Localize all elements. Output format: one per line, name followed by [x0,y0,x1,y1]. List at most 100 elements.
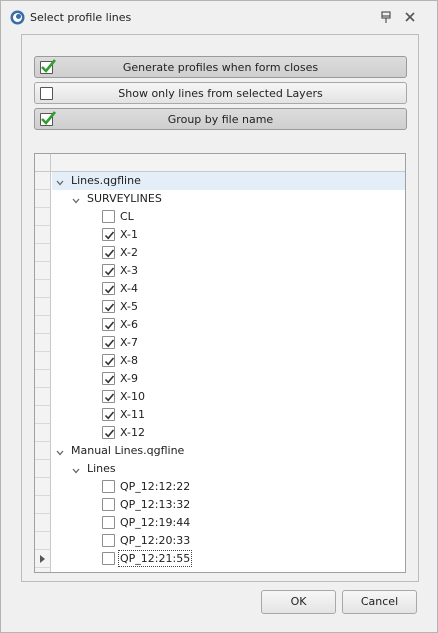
row-indicator[interactable] [35,406,51,424]
tree-item-row[interactable]: X-2 [35,244,405,262]
row-indicator[interactable] [35,334,51,352]
line-checkbox[interactable] [102,498,115,511]
tree-cell[interactable]: Lines [52,460,405,478]
header-indicator-cell [35,154,51,172]
line-checkbox[interactable] [102,552,115,565]
tree-group-row[interactable]: Manual Lines.qgfline [35,442,405,460]
tree-item-row[interactable]: X-4 [35,280,405,298]
close-icon[interactable] [402,9,418,25]
cancel-button[interactable]: Cancel [342,590,417,614]
tree-cell[interactable]: X-2 [52,244,405,262]
tree-item-row[interactable]: QP_12:20:33 [35,532,405,550]
line-checkbox[interactable] [102,534,115,547]
tree-cell[interactable]: X-8 [52,352,405,370]
tree-item-row[interactable]: X-9 [35,370,405,388]
tree-cell[interactable]: QP_12:12:22 [52,478,405,496]
profile-lines-tree[interactable]: Lines.qgfline SURVEYLINES CL X-1 X-2 X-3 X-4 X-… [34,153,406,573]
row-indicator[interactable] [35,478,51,496]
chevron-down-icon[interactable] [72,195,80,204]
row-indicator[interactable] [35,208,51,226]
tree-cell[interactable]: Manual Lines.qgfline [52,442,405,460]
line-checkbox[interactable] [102,480,115,493]
tree-item-row[interactable]: X-5 [35,298,405,316]
tree-cell[interactable]: X-6 [52,316,405,334]
line-checkbox[interactable] [102,336,115,349]
tree-item-row[interactable]: QP_12:13:32 [35,496,405,514]
chevron-down-icon[interactable] [72,465,80,474]
row-indicator[interactable] [35,460,51,478]
row-indicator[interactable] [35,172,51,190]
line-checkbox[interactable] [102,318,115,331]
tree-item-row[interactable]: X-1 [35,226,405,244]
line-checkbox[interactable] [102,264,115,277]
tree-cell[interactable]: X-12 [52,424,405,442]
line-checkbox[interactable] [102,354,115,367]
line-label: X-6 [120,318,138,331]
tree-cell[interactable]: QP_12:13:32 [52,496,405,514]
tree-item-row[interactable]: X-3 [35,262,405,280]
tree-item-row[interactable]: X-12 [35,424,405,442]
row-indicator[interactable] [35,316,51,334]
line-checkbox[interactable] [102,210,115,223]
row-indicator[interactable] [35,190,51,208]
tree-cell[interactable]: X-1 [52,226,405,244]
tree-cell[interactable]: X-5 [52,298,405,316]
line-label: X-5 [120,300,138,313]
row-indicator[interactable] [35,514,51,532]
tree-cell[interactable]: QP_12:20:33 [52,532,405,550]
tree-item-row[interactable]: QP_12:21:55 [35,550,405,568]
row-indicator[interactable] [35,388,51,406]
generate-profiles-toggle[interactable]: Generate profiles when form closes [34,56,407,78]
tree-item-row[interactable]: X-8 [35,352,405,370]
title-bar[interactable]: Select profile lines [1,1,437,33]
chevron-down-icon[interactable] [56,447,64,456]
tree-item-row[interactable]: X-7 [35,334,405,352]
show-selected-layers-toggle[interactable]: Show only lines from selected Layers [34,82,407,104]
row-indicator[interactable] [35,262,51,280]
line-checkbox[interactable] [102,516,115,529]
tree-cell[interactable]: QP_12:19:44 [52,514,405,532]
row-indicator[interactable] [35,496,51,514]
row-indicator[interactable] [35,442,51,460]
line-checkbox[interactable] [102,282,115,295]
row-indicator[interactable] [35,532,51,550]
row-indicator[interactable] [35,226,51,244]
tree-cell[interactable]: Lines.qgfline [52,172,405,190]
tree-group-row[interactable]: Lines [35,460,405,478]
tree-item-row[interactable]: QP_12:19:44 [35,514,405,532]
tree-group-row[interactable]: Lines.qgfline [35,172,405,190]
line-checkbox[interactable] [102,426,115,439]
line-checkbox[interactable] [102,246,115,259]
tree-cell[interactable]: QP_12:21:55 [52,550,405,568]
row-indicator[interactable] [35,298,51,316]
tree-cell[interactable]: X-3 [52,262,405,280]
tree-group-row[interactable]: SURVEYLINES [35,190,405,208]
ok-button[interactable]: OK [261,590,336,614]
group-by-file-toggle[interactable]: Group by file name [34,108,407,130]
tree-cell[interactable]: X-11 [52,406,405,424]
row-indicator[interactable] [35,424,51,442]
tree-item-row[interactable]: QP_12:12:22 [35,478,405,496]
tree-cell[interactable]: X-9 [52,370,405,388]
line-checkbox[interactable] [102,372,115,385]
row-indicator[interactable] [35,280,51,298]
line-checkbox[interactable] [102,408,115,421]
row-indicator[interactable] [35,244,51,262]
tree-item-row[interactable]: X-11 [35,406,405,424]
tree-item-row[interactable]: X-6 [35,316,405,334]
pin-icon[interactable] [378,9,394,25]
tree-cell[interactable]: X-7 [52,334,405,352]
line-checkbox[interactable] [102,300,115,313]
tree-item-row[interactable]: CL [35,208,405,226]
row-indicator[interactable] [35,550,51,568]
tree-item-row[interactable]: X-10 [35,388,405,406]
tree-cell[interactable]: SURVEYLINES [52,190,405,208]
tree-cell[interactable]: X-4 [52,280,405,298]
tree-cell[interactable]: CL [52,208,405,226]
row-indicator[interactable] [35,352,51,370]
line-checkbox[interactable] [102,390,115,403]
row-indicator[interactable] [35,370,51,388]
tree-cell[interactable]: X-10 [52,388,405,406]
chevron-down-icon[interactable] [56,177,64,186]
line-checkbox[interactable] [102,228,115,241]
